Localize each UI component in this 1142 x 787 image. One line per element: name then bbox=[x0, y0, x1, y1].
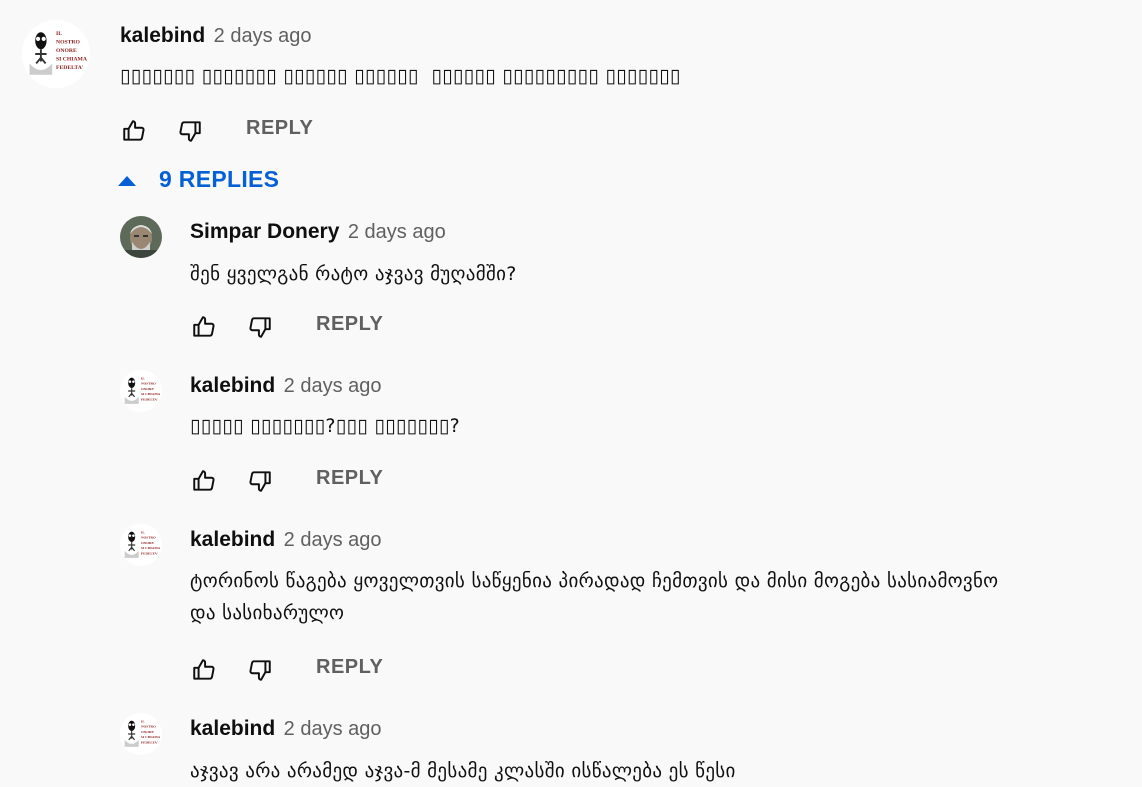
dislike-button[interactable] bbox=[242, 652, 278, 688]
like-button[interactable] bbox=[186, 309, 222, 345]
avatar[interactable] bbox=[120, 524, 162, 566]
thumbs-down-icon bbox=[247, 657, 273, 683]
thumbs-down-icon bbox=[247, 314, 273, 340]
avatar[interactable] bbox=[120, 370, 162, 412]
thumbs-up-icon bbox=[121, 118, 147, 144]
dislike-button[interactable] bbox=[172, 113, 208, 149]
comment-header: kalebind 2 days ago bbox=[190, 374, 382, 398]
reply-button[interactable]: REPLY bbox=[316, 467, 383, 490]
comment-text: აჯვავ არა არამედ აჯვა-მ მესამე კლასში ის… bbox=[190, 760, 736, 782]
author-name[interactable]: kalebind bbox=[190, 374, 275, 397]
comment-header: kalebind 2 days ago bbox=[120, 24, 312, 48]
emblem-avatar-image bbox=[120, 370, 162, 412]
like-button[interactable] bbox=[186, 652, 222, 688]
comment-text: ▯▯▯▯▯ ▯▯▯▯▯▯▯?▯▯▯ ▯▯▯▯▯▯▯? bbox=[190, 415, 461, 437]
like-button[interactable] bbox=[116, 113, 152, 149]
dislike-button[interactable] bbox=[242, 463, 278, 499]
comment-text: შენ ყველგან რატო აჯვავ მუღამში? bbox=[190, 263, 517, 285]
thumbs-down-icon bbox=[247, 468, 273, 494]
timestamp[interactable]: 2 days ago bbox=[284, 375, 382, 397]
reply-button[interactable]: REPLY bbox=[316, 313, 383, 336]
triangle-up-icon bbox=[118, 175, 136, 186]
comment-text: ტორინოს წაგება ყოველთვის საწყენია პირადა… bbox=[190, 570, 999, 624]
author-name[interactable]: kalebind bbox=[190, 528, 275, 551]
photo-avatar-image bbox=[120, 216, 162, 258]
thumbs-up-icon bbox=[191, 657, 217, 683]
reply-button[interactable]: REPLY bbox=[246, 117, 313, 140]
avatar[interactable] bbox=[120, 216, 162, 258]
reply-button[interactable]: REPLY bbox=[316, 656, 383, 679]
emblem-avatar-image bbox=[120, 713, 162, 755]
timestamp[interactable]: 2 days ago bbox=[284, 718, 382, 740]
like-button[interactable] bbox=[186, 463, 222, 499]
comment-text: ▯▯▯▯▯▯▯ ▯▯▯▯▯▯▯ ▯▯▯▯▯▯ ▯▯▯▯▯▯ ▯▯▯▯▯▯ ▯▯▯… bbox=[120, 65, 681, 87]
author-name[interactable]: Simpar Donery bbox=[190, 220, 339, 243]
emblem-avatar-image bbox=[120, 524, 162, 566]
replies-toggle-button[interactable]: 9 REPLIES bbox=[118, 166, 279, 193]
comment-header: Simpar Donery 2 days ago bbox=[190, 220, 446, 244]
author-name[interactable]: kalebind bbox=[120, 24, 205, 47]
thumbs-up-icon bbox=[191, 314, 217, 340]
comment-header: kalebind 2 days ago bbox=[190, 528, 382, 552]
author-name[interactable]: kalebind bbox=[190, 717, 275, 740]
dislike-button[interactable] bbox=[242, 309, 278, 345]
comment-header: kalebind 2 days ago bbox=[190, 717, 382, 741]
thumbs-up-icon bbox=[191, 468, 217, 494]
avatar[interactable] bbox=[120, 713, 162, 755]
avatar[interactable] bbox=[22, 20, 90, 88]
thumbs-down-icon bbox=[177, 118, 203, 144]
replies-count-label: 9 REPLIES bbox=[159, 166, 280, 192]
timestamp[interactable]: 2 days ago bbox=[214, 25, 312, 47]
timestamp[interactable]: 2 days ago bbox=[284, 529, 382, 551]
timestamp[interactable]: 2 days ago bbox=[348, 221, 446, 243]
emblem-avatar-image bbox=[22, 20, 90, 88]
